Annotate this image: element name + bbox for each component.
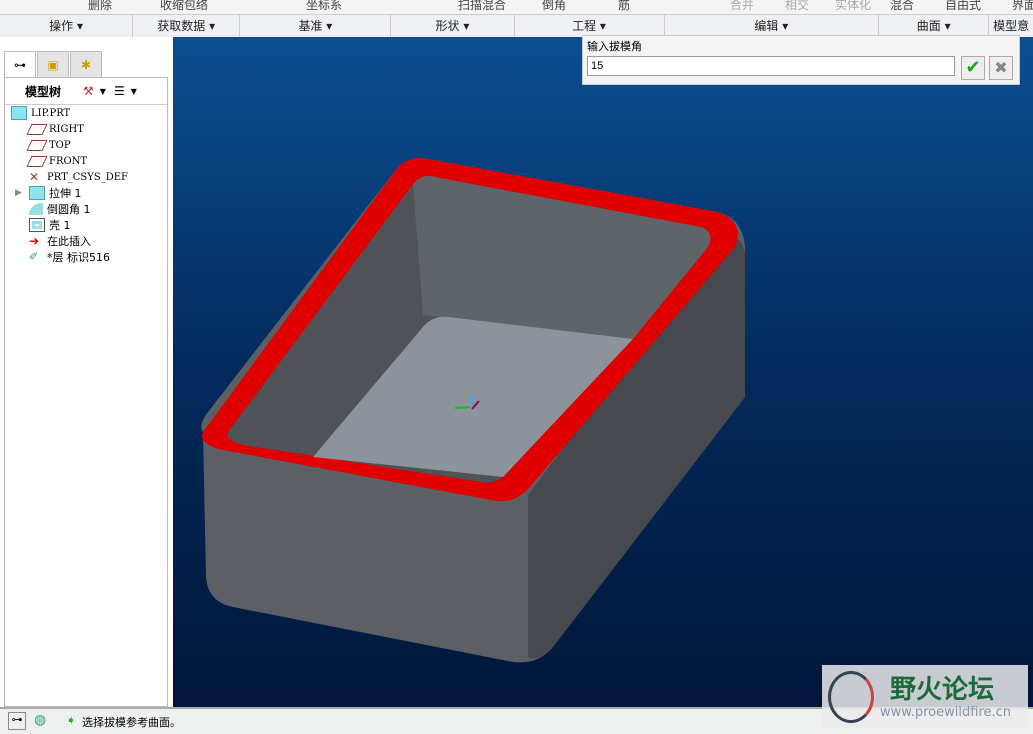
model-tree-toggle-icon[interactable]: ⊶ bbox=[8, 712, 26, 730]
group-model-intent[interactable]: 模型意 bbox=[989, 15, 1033, 37]
draft-angle-label: 输入拔模角 bbox=[587, 40, 642, 53]
tab-folder-browser[interactable]: ▣ bbox=[37, 51, 69, 78]
status-message: 选择拔模参考曲面。 bbox=[82, 716, 181, 729]
watermark-title: 野火论坛 bbox=[890, 675, 995, 705]
cancel-button[interactable]: ✖ bbox=[989, 56, 1013, 80]
group-label: 模型意 bbox=[993, 19, 1030, 33]
tree-item-label: 壳 1 bbox=[49, 219, 71, 232]
blend-button[interactable]: 混合 bbox=[890, 0, 914, 13]
tree-item-label: 拉伸 1 bbox=[49, 187, 82, 200]
draft-icon: ✐ bbox=[29, 250, 39, 263]
draft-angle-input[interactable] bbox=[587, 56, 955, 76]
group-label: 形状 bbox=[435, 19, 460, 33]
csys-button[interactable]: 坐标系 bbox=[306, 0, 342, 13]
csys-icon: ✕ bbox=[29, 170, 40, 184]
freestyle-button[interactable]: 自由式 bbox=[945, 0, 981, 13]
tree-item-label: PRT_CSYS_DEF bbox=[47, 171, 128, 183]
tree-item-insert-here[interactable]: ➔ 在此插入 bbox=[5, 233, 167, 249]
group-engineering[interactable]: 工程 ▾ bbox=[515, 15, 665, 37]
tree-item-round[interactable]: 倒圆角 1 bbox=[5, 201, 167, 217]
swept-blend-button[interactable]: 扫描混合 bbox=[458, 0, 506, 13]
model-3d-view bbox=[201, 158, 746, 663]
model-tree: 模型树 ⚒ ▼ ☰ ▼ LIP.PRT RIGHT TOP FRONT ✕ PRT_C… bbox=[4, 77, 168, 707]
chamfer-button[interactable]: 倒角 bbox=[542, 0, 566, 13]
checkmark-icon: ✔ bbox=[965, 57, 981, 78]
tree-item-label: LIP.PRT bbox=[31, 107, 71, 119]
interface-button[interactable]: 界面 bbox=[1012, 0, 1033, 13]
csys-x-axis bbox=[454, 406, 471, 409]
draft-angle-dashboard: 输入拔模角 ✔ ✖ bbox=[582, 35, 1020, 85]
group-operations[interactable]: 操作 ▾ bbox=[0, 15, 134, 37]
tab-model-tree[interactable]: ⊶ bbox=[4, 51, 36, 78]
group-editing[interactable]: 编辑 ▾ bbox=[665, 15, 880, 37]
chevron-down-icon[interactable]: ▼ bbox=[100, 87, 106, 96]
tree-item-top[interactable]: TOP bbox=[5, 137, 167, 153]
chevron-down-icon[interactable]: ▼ bbox=[131, 87, 137, 96]
group-datum[interactable]: 基准 ▾ bbox=[240, 15, 392, 37]
navigator-panel: ⊶ ▣ ✱ 模型树 ⚒ ▼ ☰ ▼ LIP.PRT RIGHT TOP FRONT … bbox=[0, 37, 173, 707]
round-icon bbox=[29, 203, 43, 215]
tree-icon: ⊶ bbox=[14, 58, 26, 72]
insert-arrow-icon: ➔ bbox=[29, 234, 40, 248]
tree-item-extrude[interactable]: ▶ 拉伸 1 bbox=[5, 185, 167, 201]
delete-button[interactable]: 删除 bbox=[88, 0, 112, 13]
favorites-folder-icon: ✱ bbox=[80, 58, 92, 72]
tree-item-csys[interactable]: ✕ PRT_CSYS_DEF bbox=[5, 169, 167, 185]
settings-tools-icon[interactable]: ⚒ bbox=[83, 84, 94, 98]
group-surfaces[interactable]: 曲面 ▾ bbox=[879, 15, 990, 37]
watermark: 野火论坛 www.proewildfire.cn bbox=[822, 665, 1028, 727]
browser-toggle-icon[interactable]: ◍ bbox=[34, 712, 52, 730]
tree-item-shell[interactable]: 壳 1 bbox=[5, 217, 167, 233]
datum-plane-icon bbox=[26, 139, 48, 151]
extrude-icon bbox=[29, 186, 45, 200]
close-icon: ✖ bbox=[994, 58, 1008, 77]
datum-plane-icon bbox=[26, 155, 48, 167]
tree-item-label: *层 标识516 bbox=[47, 251, 110, 264]
expand-arrow-icon[interactable]: ▶ bbox=[15, 188, 29, 198]
part-icon bbox=[11, 106, 27, 120]
rib-button[interactable]: 筋 bbox=[618, 0, 630, 13]
folders-icon: ▣ bbox=[47, 58, 59, 72]
group-label: 曲面 bbox=[916, 19, 941, 33]
shell-icon bbox=[29, 218, 45, 232]
merge-button[interactable]: 合并 bbox=[730, 0, 754, 13]
solidify-button[interactable]: 实体化 bbox=[835, 0, 871, 13]
tree-item-label: RIGHT bbox=[49, 123, 84, 135]
show-list-icon[interactable]: ☰ bbox=[114, 84, 125, 98]
tree-item-front[interactable]: FRONT bbox=[5, 153, 167, 169]
watermark-logo-icon bbox=[828, 671, 874, 723]
group-label: 获取数据 bbox=[157, 19, 206, 33]
group-label: 基准 bbox=[298, 19, 323, 33]
model-tree-title: 模型树 bbox=[25, 84, 62, 99]
tree-item-right[interactable]: RIGHT bbox=[5, 121, 167, 137]
shrinkwrap-button[interactable]: 收缩包络 bbox=[160, 0, 208, 13]
tree-item-label: 倒圆角 1 bbox=[47, 203, 91, 216]
accept-button[interactable]: ✔ bbox=[961, 56, 985, 80]
tree-item-label: TOP bbox=[49, 139, 71, 151]
intersect-button[interactable]: 相交 bbox=[785, 0, 809, 13]
watermark-url: www.proewildfire.cn bbox=[880, 705, 1011, 720]
tree-item-part[interactable]: LIP.PRT bbox=[5, 105, 167, 121]
tab-favorites[interactable]: ✱ bbox=[70, 51, 102, 78]
group-label: 编辑 bbox=[754, 19, 779, 33]
tree-item-label: FRONT bbox=[49, 155, 88, 167]
tree-item-draft[interactable]: ✐ *层 标识516 bbox=[5, 249, 167, 265]
message-arrow-icon: ➧ bbox=[66, 713, 77, 727]
group-get-data[interactable]: 获取数据 ▾ bbox=[133, 15, 241, 37]
group-label: 操作 bbox=[49, 19, 74, 33]
graphics-window[interactable] bbox=[173, 37, 1033, 707]
group-label: 工程 bbox=[572, 19, 597, 33]
tree-item-label: 在此插入 bbox=[47, 235, 91, 248]
group-shapes[interactable]: 形状 ▾ bbox=[391, 15, 515, 37]
datum-plane-icon bbox=[26, 123, 48, 135]
ribbon-commands: 删除 收缩包络 坐标系 扫描混合 倒角 筋 合并 相交 实体化 混合 自由式 界… bbox=[0, 0, 1033, 14]
